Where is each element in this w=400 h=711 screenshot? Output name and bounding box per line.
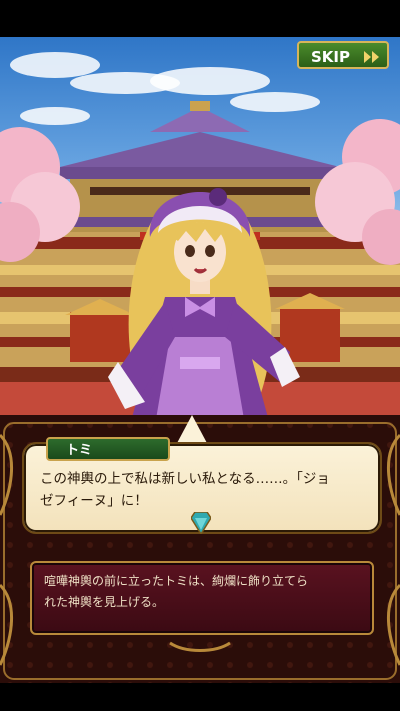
story-scene	[0, 37, 400, 425]
palace-illustration	[0, 101, 400, 425]
bottom-letterbox	[0, 683, 400, 711]
narration-line-2: れた神輿を見上げる。	[44, 595, 165, 609]
dialogue-line-2: ゼフィーヌ」に！	[40, 493, 148, 509]
game-screen: SKIP トミ この神輿の上で私は新しい私となる……。「ジョ ゼフィーヌ」に！	[0, 0, 400, 711]
skip-label: SKIP	[311, 48, 351, 66]
next-gem-icon[interactable]	[191, 512, 211, 534]
narration-text: 喧嘩神輿の前に立ったトミは、絢爛に飾り立てら れた神輿を見上げる。	[44, 571, 360, 613]
speech-tail	[176, 415, 208, 445]
top-letterbox	[0, 0, 400, 37]
skip-button[interactable]: SKIP	[297, 41, 389, 69]
narration-line-1: 喧嘩神輿の前に立ったトミは、絢爛に飾り立てら	[44, 574, 309, 588]
dialogue-text: この神輿の上で私は新しい私となる……。「ジョ ゼフィーヌ」に！	[40, 468, 370, 512]
dialogue-line-1: この神輿の上で私は新しい私となる……。「ジョ	[40, 471, 330, 487]
fast-forward-icon	[364, 51, 379, 63]
speaker-nameplate: トミ	[46, 437, 170, 461]
